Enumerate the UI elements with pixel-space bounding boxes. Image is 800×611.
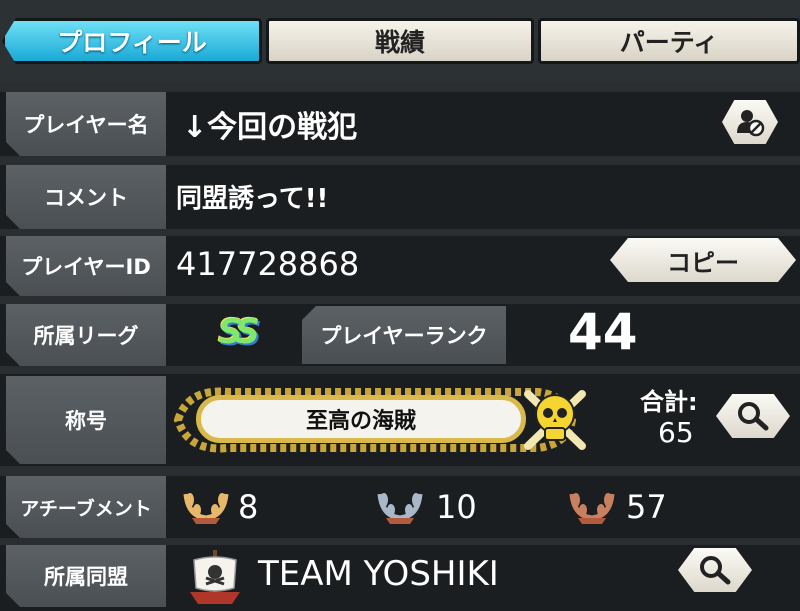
tab-profile[interactable]: プロフィール [2, 18, 262, 64]
comment-label: コメント [6, 165, 166, 229]
bronze-laurel-icon [569, 493, 615, 524]
block-user-icon [737, 110, 765, 137]
comment-text: 同盟誘って!! [176, 184, 329, 214]
player-name-label: プレイヤー名 [6, 92, 166, 156]
rank-label: プレイヤーランク [302, 306, 506, 364]
total-label: 合計: [640, 388, 698, 416]
pirate-ship-icon [190, 550, 240, 604]
tab-record[interactable]: 戦績 [266, 18, 534, 64]
player-name: ↓今回の戦犯 [182, 110, 358, 145]
player-id-label: プレイヤーID [6, 236, 166, 296]
gold-achievement-count: 8 [238, 488, 259, 526]
silver-laurel-icon [377, 493, 423, 524]
tab-party[interactable]: パーティ [538, 18, 800, 64]
player-rank: 44 [568, 303, 638, 361]
silver-achievement-count: 10 [436, 488, 477, 526]
alliance-label: 所属同盟 [6, 545, 166, 607]
league-label: 所属リーグ [6, 304, 166, 366]
magnifier-icon [700, 556, 731, 585]
magnifier-icon [738, 402, 769, 431]
total-count: 65 [658, 416, 694, 449]
title-label: 称号 [6, 376, 166, 464]
gold-laurel-icon [183, 493, 229, 524]
copy-button[interactable]: コピー [610, 238, 796, 282]
alliance-name: TEAM YOSHIKI [258, 554, 499, 594]
league-badge: SS [218, 312, 260, 352]
skull-crossbones-icon [524, 390, 586, 450]
player-id: 417728868 [176, 245, 360, 283]
tab-bar: プロフィール 戦績 パーティ [0, 0, 800, 82]
bronze-achievement-count: 57 [626, 488, 667, 526]
achievement-label: アチーブメント [6, 476, 166, 538]
player-title-banner: 至高の海賊 [196, 395, 526, 443]
